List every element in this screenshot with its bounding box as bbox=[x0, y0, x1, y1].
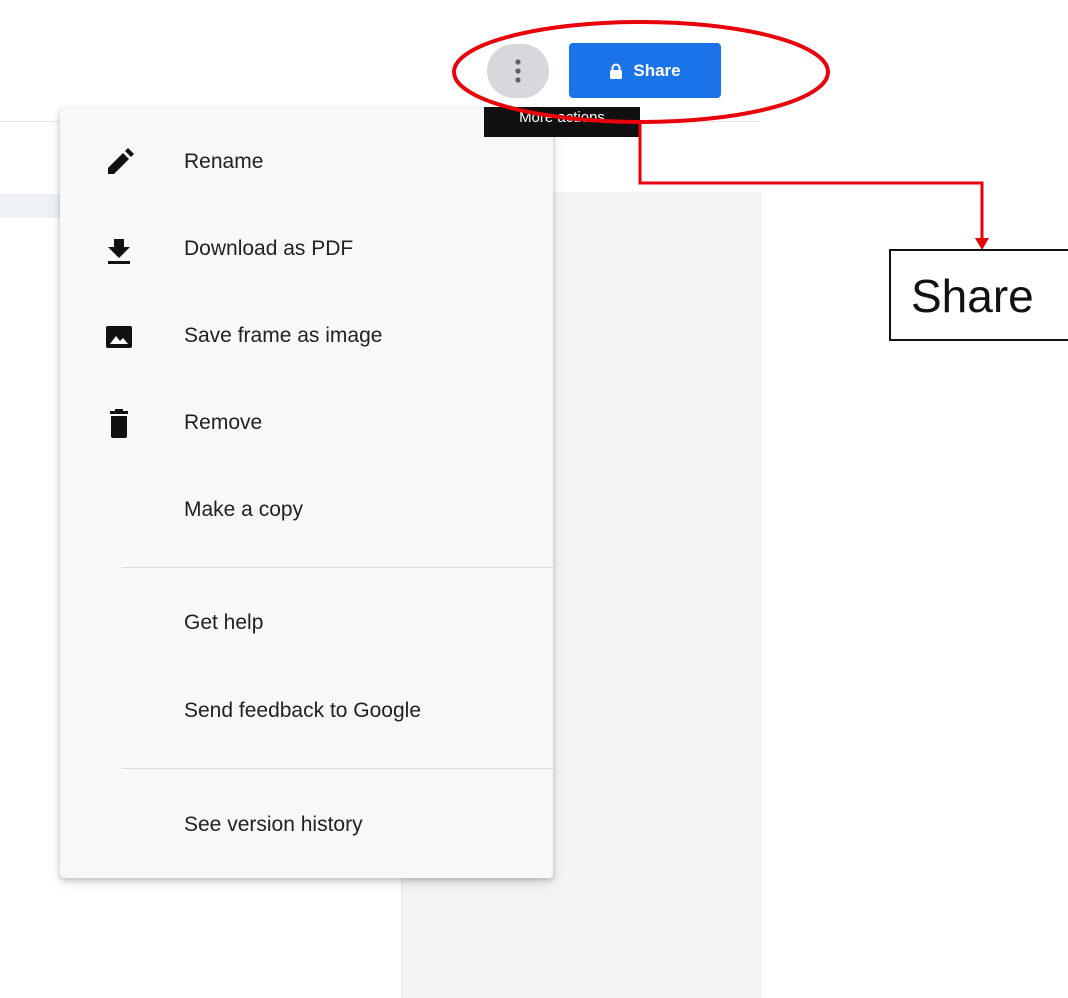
menu-divider bbox=[122, 567, 553, 568]
pencil-icon bbox=[108, 148, 134, 174]
background-strip bbox=[0, 194, 60, 218]
menu-item-label: Send feedback to Google bbox=[184, 699, 422, 722]
menu-item-remove[interactable]: Remove bbox=[60, 394, 553, 454]
share-button-label: Share bbox=[633, 60, 681, 80]
lock-icon bbox=[610, 63, 623, 79]
trash-icon bbox=[110, 409, 128, 438]
menu-item-label: Download as PDF bbox=[184, 237, 354, 260]
share-callout-label: Share bbox=[889, 249, 1068, 341]
download-icon bbox=[108, 239, 130, 264]
menu-item-label: Make a copy bbox=[184, 498, 304, 521]
menu-divider bbox=[122, 768, 553, 769]
image-icon bbox=[106, 326, 132, 348]
menu-item-send-feedback[interactable]: Send feedback to Google bbox=[60, 682, 553, 742]
more-actions-tooltip: More actions bbox=[484, 107, 640, 137]
menu-item-label: Rename bbox=[184, 150, 264, 173]
menu-item-get-help[interactable]: Get help bbox=[60, 594, 553, 654]
more-actions-button[interactable] bbox=[487, 44, 549, 98]
menu-item-label: Save frame as image bbox=[184, 324, 383, 347]
more-actions-menu: Rename Download as PDF Save frame as ima… bbox=[60, 108, 553, 878]
menu-item-label: Get help bbox=[184, 611, 264, 634]
menu-item-save-frame-image[interactable]: Save frame as image bbox=[60, 307, 553, 367]
menu-item-label: See version history bbox=[184, 813, 363, 836]
menu-item-download-pdf[interactable]: Download as PDF bbox=[60, 220, 553, 280]
menu-item-version-history[interactable]: See version history bbox=[60, 796, 553, 856]
tooltip-text: More actions bbox=[519, 109, 605, 126]
menu-item-label: Remove bbox=[184, 411, 263, 434]
share-button[interactable]: Share bbox=[569, 43, 721, 98]
menu-item-make-copy[interactable]: Make a copy bbox=[60, 481, 553, 541]
menu-item-rename[interactable]: Rename bbox=[60, 133, 553, 193]
more-vert-icon bbox=[515, 59, 521, 83]
